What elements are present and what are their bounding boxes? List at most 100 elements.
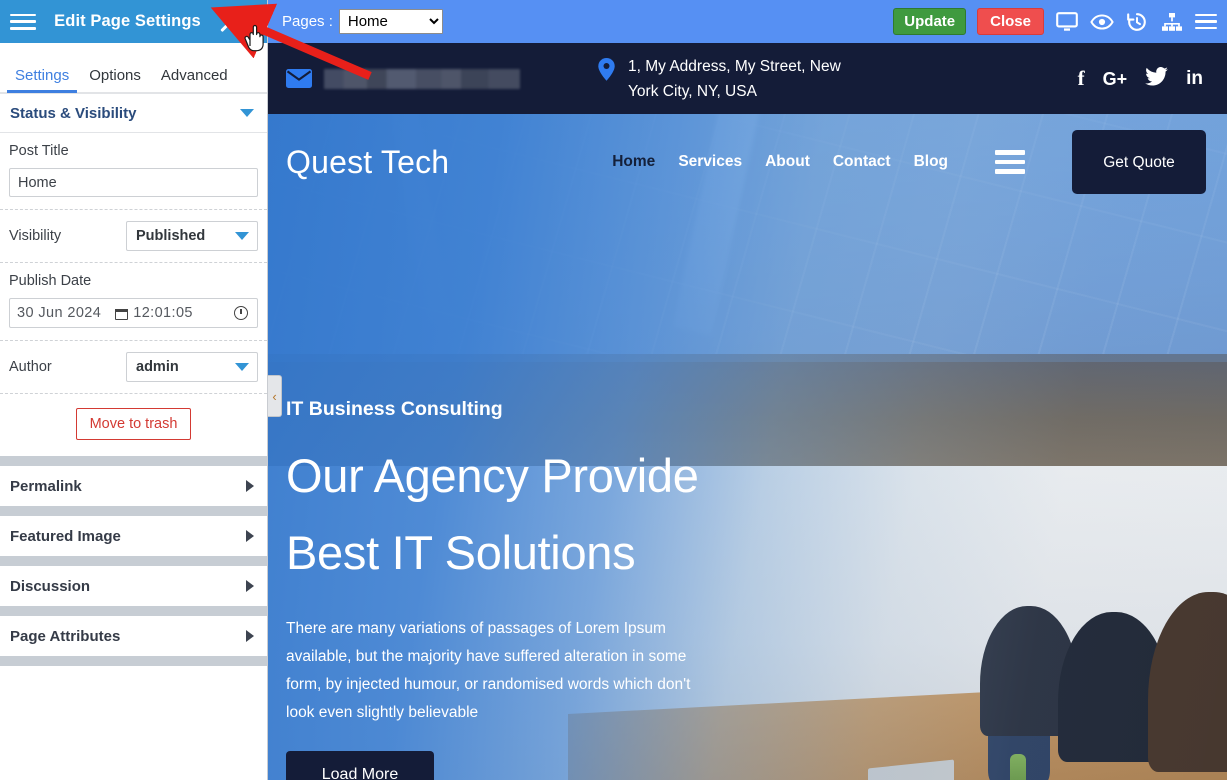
nav-link-blog[interactable]: Blog xyxy=(914,153,948,171)
publish-date-input[interactable]: 30 Jun 2024 12:01:05 xyxy=(9,298,258,328)
accordion-page-attributes[interactable]: Page Attributes xyxy=(0,616,267,656)
chevron-down-icon[interactable] xyxy=(240,109,254,117)
nav-link-services[interactable]: Services xyxy=(678,153,742,171)
accordion-label: Page Attributes xyxy=(10,627,121,645)
hero-section: Quest Tech Home Services About Contact B… xyxy=(268,114,1227,780)
author-label: Author xyxy=(9,359,52,375)
social-links: f G+ in xyxy=(1078,66,1203,90)
tab-settings[interactable]: Settings xyxy=(5,68,79,93)
map-pin-icon xyxy=(598,57,615,86)
hamburger-icon[interactable] xyxy=(10,11,36,33)
pages-label: Pages : xyxy=(282,13,333,30)
status-visibility-label: Status & Visibility xyxy=(10,104,137,122)
facebook-icon[interactable]: f xyxy=(1078,68,1085,89)
accordion-label: Discussion xyxy=(10,577,91,595)
hero-content: IT Business Consulting Our Agency Provid… xyxy=(286,398,766,780)
envelope-icon xyxy=(286,69,312,88)
address-line-2: York City, NY, USA xyxy=(628,82,757,100)
get-quote-line-2: Quote xyxy=(1132,153,1175,171)
section-divider xyxy=(0,456,267,466)
sidebar-tabs: Settings Options Advanced xyxy=(0,43,267,93)
publish-date-label: Publish Date xyxy=(9,273,92,289)
chevron-right-icon xyxy=(246,580,254,592)
sidebar-header: Edit Page Settings xyxy=(0,0,267,43)
chevron-down-icon xyxy=(235,363,249,371)
section-divider xyxy=(0,556,267,566)
contact-address: 1, My Address, My Street, New York City,… xyxy=(598,54,841,104)
nav-links: Home Services About Contact Blog Get Quo… xyxy=(612,130,1206,194)
nav-link-about[interactable]: About xyxy=(765,153,810,171)
site-brand[interactable]: Quest Tech xyxy=(286,144,449,181)
app-root: Edit Page Settings Settings Options Adva… xyxy=(0,0,1227,780)
publish-date-value: 30 Jun 2024 xyxy=(17,305,102,321)
sidebar-content: Status & Visibility Post Title Visibilit… xyxy=(0,93,267,780)
get-quote-button[interactable]: Get Quote xyxy=(1072,130,1206,194)
menu-icon[interactable] xyxy=(1195,13,1217,30)
accordion-permalink[interactable]: Permalink xyxy=(0,466,267,506)
author-value: admin xyxy=(136,359,179,375)
linkedin-icon[interactable]: in xyxy=(1186,69,1203,88)
accordion-discussion[interactable]: Discussion xyxy=(0,566,267,606)
visibility-label: Visibility xyxy=(9,228,62,244)
accordion-label: Permalink xyxy=(10,477,82,495)
post-title-field: Post Title xyxy=(0,133,267,210)
sitemap-icon[interactable] xyxy=(1160,10,1184,34)
chevron-right-icon xyxy=(246,630,254,642)
contact-email[interactable] xyxy=(286,68,520,89)
page-title: Edit Page Settings xyxy=(54,12,201,30)
visibility-field: Visibility Published xyxy=(0,210,267,263)
tab-advanced[interactable]: Advanced xyxy=(151,68,238,92)
sidebar-collapse-handle[interactable]: ‹ xyxy=(268,375,282,417)
author-field: Author admin xyxy=(0,341,267,394)
chevron-right-icon xyxy=(246,530,254,542)
builder-toolbar: Pages : Home Update Close xyxy=(268,0,1227,43)
google-plus-icon[interactable]: G+ xyxy=(1103,70,1128,88)
hero-eyebrow: IT Business Consulting xyxy=(286,398,503,420)
address-text: 1, My Address, My Street, New York City,… xyxy=(628,54,841,104)
hero-paragraph: There are many variations of passages of… xyxy=(286,620,691,721)
post-title-label: Post Title xyxy=(9,143,69,159)
chevron-down-icon xyxy=(235,232,249,240)
trash-row: Move to trash xyxy=(0,394,267,456)
hamburger-icon[interactable] xyxy=(995,150,1025,174)
update-button[interactable]: Update xyxy=(893,8,967,35)
email-value-redacted xyxy=(324,68,520,89)
desktop-icon[interactable] xyxy=(1055,10,1079,34)
site-topbar: 1, My Address, My Street, New York City,… xyxy=(268,43,1227,114)
close-icon[interactable] xyxy=(215,7,245,37)
twitter-icon[interactable] xyxy=(1145,66,1169,90)
chevron-right-icon xyxy=(246,480,254,492)
revision-history-icon[interactable] xyxy=(1125,10,1149,34)
section-divider xyxy=(0,656,267,666)
preview-canvas: Pages : Home Update Close 1, My Address,… xyxy=(268,0,1227,780)
nav-link-contact[interactable]: Contact xyxy=(833,153,891,171)
pages-select[interactable]: Home xyxy=(338,9,443,34)
section-divider xyxy=(0,606,267,616)
edit-page-settings-sidebar: Edit Page Settings Settings Options Adva… xyxy=(0,0,268,780)
accordion-featured-image[interactable]: Featured Image xyxy=(0,516,267,556)
nav-link-home[interactable]: Home xyxy=(612,153,655,171)
address-line-1: 1, My Address, My Street, New xyxy=(628,57,841,75)
publish-date-field: Publish Date 30 Jun 2024 12:01:05 xyxy=(0,263,267,341)
post-title-input[interactable] xyxy=(9,168,258,197)
site-preview: 1, My Address, My Street, New York City,… xyxy=(268,43,1227,780)
section-divider xyxy=(0,506,267,516)
visibility-value: Published xyxy=(136,228,206,244)
publish-time-value: 12:01:05 xyxy=(133,305,193,321)
tab-options[interactable]: Options xyxy=(79,68,151,92)
calendar-icon[interactable] xyxy=(115,307,129,320)
status-visibility-panel-header[interactable]: Status & Visibility xyxy=(0,93,267,133)
accordion-label: Featured Image xyxy=(10,527,121,545)
eye-preview-icon[interactable] xyxy=(1090,10,1114,34)
toolbar-actions: Update Close xyxy=(893,8,1219,35)
move-to-trash-button[interactable]: Move to trash xyxy=(75,408,192,440)
visibility-select[interactable]: Published xyxy=(126,221,258,251)
load-more-button[interactable]: Load More xyxy=(286,751,434,780)
author-select[interactable]: admin xyxy=(126,352,258,382)
hero-heading-line-2: Best IT Solutions xyxy=(286,526,636,579)
site-navigation: Quest Tech Home Services About Contact B… xyxy=(268,114,1227,210)
hero-heading-line-1: Our Agency Provide xyxy=(286,449,699,502)
get-quote-line-1: Get xyxy=(1103,153,1129,171)
clock-icon[interactable] xyxy=(234,306,248,320)
close-button[interactable]: Close xyxy=(977,8,1044,35)
